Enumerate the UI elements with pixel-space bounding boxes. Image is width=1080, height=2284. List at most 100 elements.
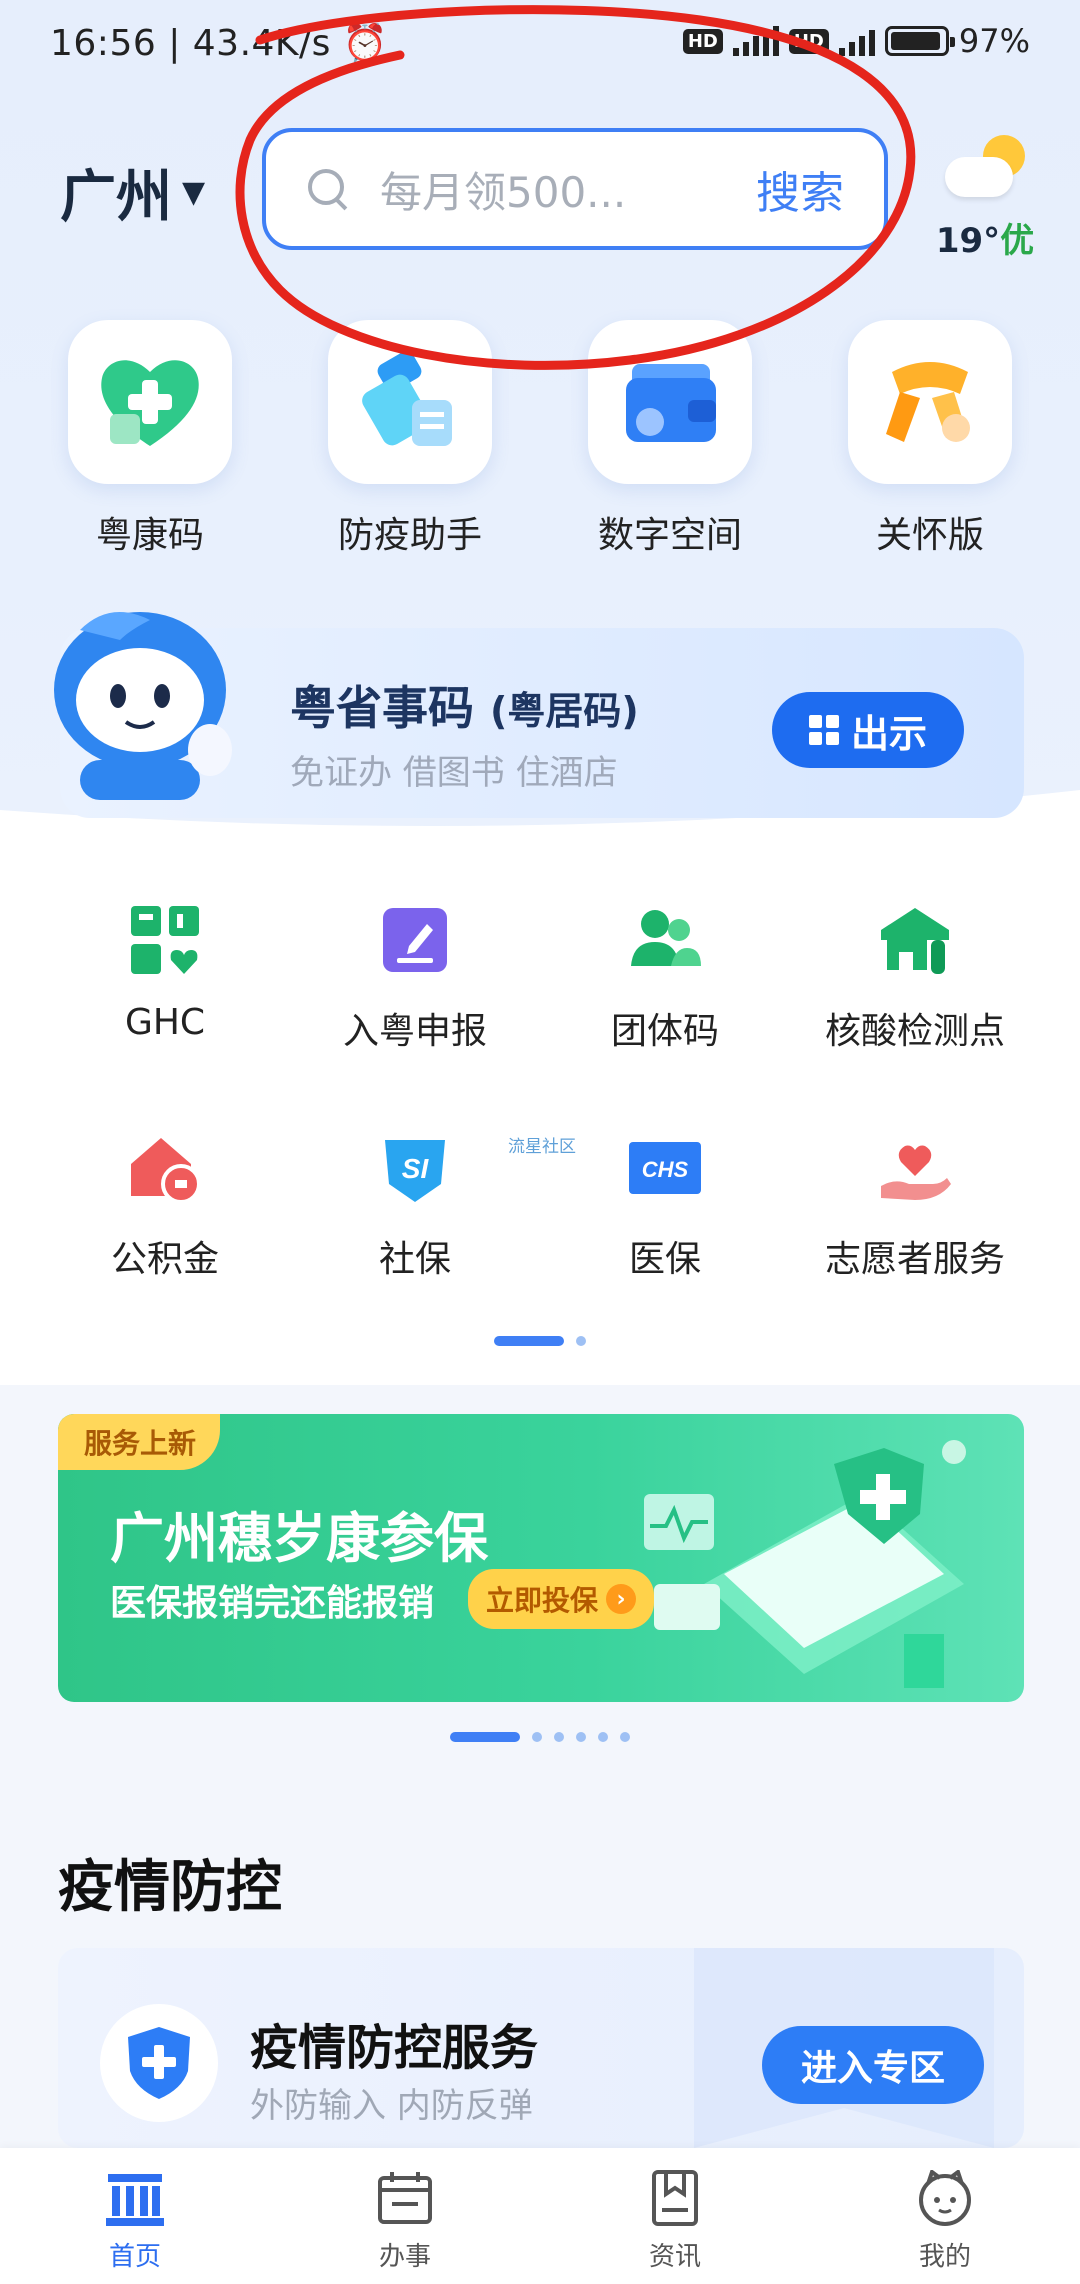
status-icons: HD HD 97% bbox=[682, 22, 1030, 60]
service-label: GHC bbox=[124, 1002, 206, 1043]
nav-label: 首页 bbox=[108, 2242, 161, 2272]
quick-epidemic-helper[interactable]: 防疫助手 bbox=[295, 320, 525, 558]
page-dot bbox=[598, 1732, 608, 1742]
search-input[interactable]: 每月领500... bbox=[380, 159, 756, 220]
status-bar: 16:56 | 43.4K/s ⏰ HD HD 97% bbox=[0, 0, 1080, 90]
housing-fund-icon bbox=[125, 1128, 205, 1208]
profile-face-icon bbox=[919, 2168, 971, 2226]
heart-plus-icon bbox=[68, 320, 232, 484]
signal-icon-2 bbox=[838, 26, 875, 56]
search-bar[interactable]: 每月领500... 搜索 bbox=[262, 128, 888, 250]
page-dot bbox=[576, 1732, 586, 1742]
quick-yuekangma[interactable]: 粤康码 bbox=[35, 320, 265, 558]
banner-title: 广州穗岁康参保 bbox=[110, 1507, 488, 1570]
wallet-icon bbox=[588, 320, 752, 484]
quick-digital-space[interactable]: 数字空间 bbox=[555, 320, 785, 558]
service-grid: GHC 入粤申报 团体码 核酸检测点 公积金 SI 社保 CHS 医保 志愿者服… bbox=[0, 900, 1080, 1282]
banner-button-label: 立即投保 bbox=[486, 1584, 599, 1617]
service-declare[interactable]: 入粤申报 bbox=[290, 900, 540, 1054]
air-quality: 优 bbox=[1000, 221, 1035, 261]
code-title-sub: (粤居码) bbox=[490, 689, 639, 733]
nav-profile[interactable]: 我的 bbox=[855, 2168, 1035, 2284]
search-button[interactable]: 搜索 bbox=[756, 157, 844, 221]
group-icon bbox=[625, 900, 705, 980]
code-title-text: 粤省事码 bbox=[290, 681, 474, 735]
arrow-right-icon: › bbox=[606, 1584, 637, 1614]
bottom-navigation: 首页 办事 资讯 我的 bbox=[0, 2148, 1080, 2284]
status-time-speed: 16:56 | 43.4K/s ⏰ bbox=[50, 22, 388, 64]
calendar-icon bbox=[378, 2172, 432, 2224]
service-label: 核酸检测点 bbox=[824, 1011, 1005, 1052]
page-dot-active bbox=[494, 1336, 564, 1346]
banner-insure-button[interactable]: 立即投保 › bbox=[468, 1569, 655, 1629]
time-speed-text: 16:56 | 43.4K/s bbox=[50, 23, 331, 64]
banner-subtitle: 医保报销完还能报销 bbox=[110, 1583, 435, 1624]
page-dot bbox=[576, 1336, 586, 1346]
nav-label: 办事 bbox=[378, 2242, 431, 2272]
page-dot bbox=[532, 1732, 542, 1742]
nav-news[interactable]: 资讯 bbox=[585, 2170, 765, 2284]
service-medical-insurance[interactable]: CHS 医保 bbox=[540, 1128, 790, 1282]
nav-home[interactable]: 首页 bbox=[45, 2170, 225, 2284]
code-card-subtitle: 免证办 借图书 住酒店 bbox=[290, 753, 618, 793]
quick-access-row: 粤康码 防疫助手 数字空间 关怀版 bbox=[0, 320, 1080, 558]
page-dot bbox=[620, 1732, 630, 1742]
service-label: 公积金 bbox=[110, 1239, 219, 1280]
service-volunteer[interactable]: 志愿者服务 bbox=[790, 1128, 1040, 1282]
show-button-label: 出示 bbox=[850, 711, 927, 756]
quick-label: 数字空间 bbox=[597, 515, 742, 556]
service-page-indicator[interactable] bbox=[0, 1336, 1080, 1346]
service-label: 志愿者服务 bbox=[824, 1239, 1005, 1280]
volunteer-icon bbox=[875, 1128, 955, 1208]
quick-care-version[interactable]: 关怀版 bbox=[815, 320, 1045, 558]
show-code-button[interactable]: 出示 bbox=[772, 692, 964, 768]
ghc-icon bbox=[125, 900, 205, 980]
weather-text: 19°优 bbox=[930, 213, 1040, 262]
page-dot bbox=[554, 1732, 564, 1742]
qr-code-icon bbox=[808, 715, 839, 745]
chevron-down-icon: ▼ bbox=[182, 175, 206, 210]
declare-icon bbox=[375, 900, 455, 980]
banner-tag: 服务上新 bbox=[58, 1414, 221, 1470]
medicine-icon bbox=[328, 320, 492, 484]
service-label: 团体码 bbox=[610, 1011, 719, 1052]
service-housing-fund[interactable]: 公积金 bbox=[40, 1128, 290, 1282]
nav-label: 资讯 bbox=[648, 2242, 701, 2272]
svg-text:SI: SI bbox=[402, 1153, 430, 1184]
battery-icon bbox=[884, 26, 955, 56]
epidemic-card-subtitle: 外防输入 内防反弹 bbox=[250, 2086, 533, 2126]
quick-label: 关怀版 bbox=[875, 515, 984, 556]
epidemic-service-card[interactable]: 疫情防控服务 外防输入 内防反弹 进入专区 bbox=[58, 1948, 1024, 2148]
weather-cloud-sun-icon bbox=[945, 135, 1025, 205]
epidemic-card-title: 疫情防控服务 bbox=[250, 2020, 539, 2076]
nav-label: 我的 bbox=[918, 2242, 971, 2272]
nav-affairs[interactable]: 办事 bbox=[315, 2170, 495, 2284]
scarf-icon bbox=[848, 320, 1012, 484]
signal-icon bbox=[732, 26, 779, 56]
service-ghc[interactable]: GHC bbox=[40, 900, 290, 1054]
test-site-icon bbox=[875, 900, 955, 980]
enter-zone-button[interactable]: 进入专区 bbox=[762, 2026, 984, 2104]
alarm-icon: ⏰ bbox=[342, 23, 389, 64]
city-selector[interactable]: 广州 ▼ bbox=[60, 152, 205, 233]
battery-percent: 97% bbox=[958, 22, 1030, 60]
service-label: 医保 bbox=[628, 1239, 701, 1280]
promo-banner[interactable]: 服务上新 广州穗岁康参保 医保报销完还能报销 立即投保 › bbox=[58, 1414, 1024, 1702]
city-name: 广州 bbox=[60, 165, 172, 230]
search-icon bbox=[306, 167, 350, 211]
service-group-code[interactable]: 团体码 bbox=[540, 900, 790, 1054]
social-security-icon: SI bbox=[375, 1128, 455, 1208]
phone-shield-illustration bbox=[644, 1440, 966, 1688]
code-card-title: 粤省事码 (粤居码) bbox=[290, 672, 639, 738]
service-test-site[interactable]: 核酸检测点 bbox=[790, 900, 1040, 1054]
service-label: 社保 bbox=[378, 1239, 451, 1280]
weather-temp: 19° bbox=[935, 221, 1001, 261]
service-social-security[interactable]: SI 社保 bbox=[290, 1128, 540, 1282]
weather-widget[interactable]: 19°优 bbox=[930, 135, 1040, 262]
svg-text:CHS: CHS bbox=[642, 1157, 689, 1182]
quick-label: 防疫助手 bbox=[337, 515, 482, 556]
banner-page-indicator[interactable] bbox=[0, 1732, 1080, 1742]
quick-label: 粤康码 bbox=[95, 515, 204, 556]
shield-icon bbox=[100, 2004, 218, 2122]
hd-badge: HD bbox=[682, 28, 723, 54]
